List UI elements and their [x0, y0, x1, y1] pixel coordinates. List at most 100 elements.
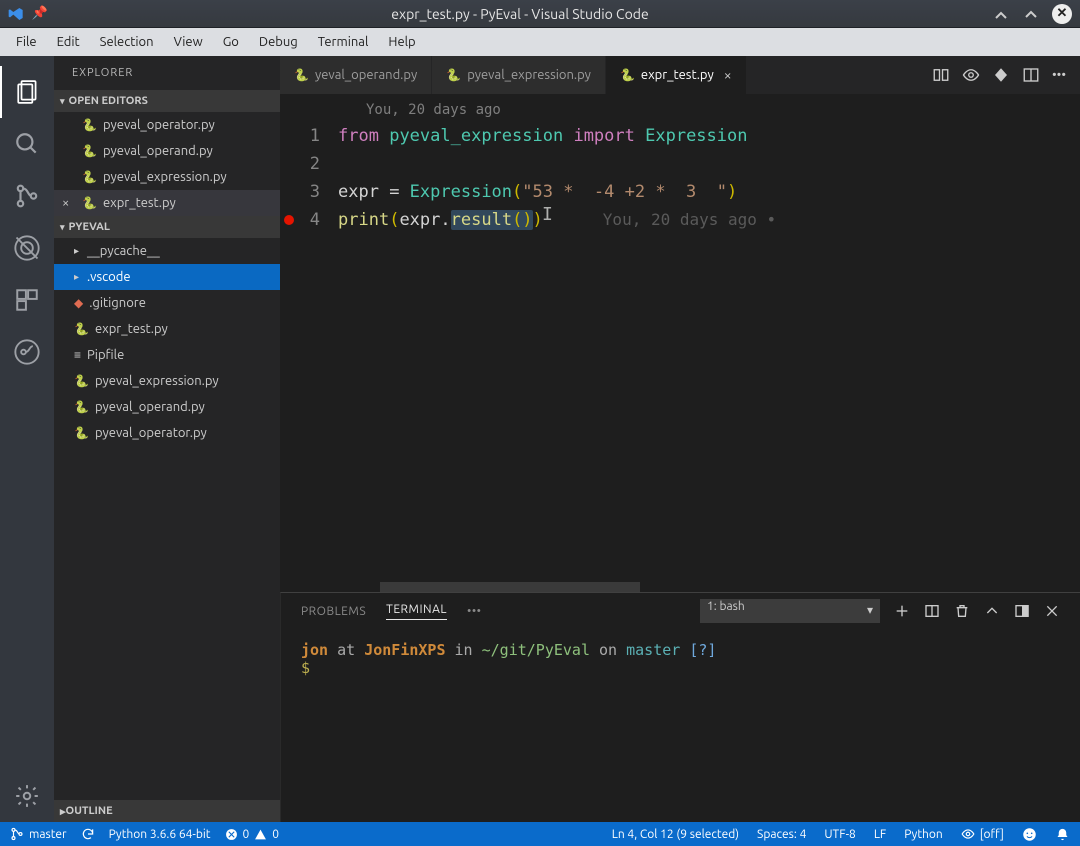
- close-icon[interactable]: ×: [724, 67, 732, 83]
- minimize-button[interactable]: [992, 5, 1010, 23]
- sidebar-explorer: EXPLORER ▾OPEN EDITORS 🐍pyeval_operator.…: [54, 56, 280, 822]
- python-icon: 🐍: [74, 374, 89, 388]
- blame-hint: You, 20 days ago •: [603, 210, 776, 229]
- more-icon[interactable]: •••: [1052, 68, 1066, 82]
- split-editor-icon[interactable]: [1022, 66, 1040, 84]
- tree-file[interactable]: 🐍pyeval_expression.py: [54, 368, 280, 394]
- tree-file[interactable]: 🐍expr_test.py: [54, 316, 280, 342]
- sidebar-title: EXPLORER: [54, 56, 280, 90]
- terminal-select[interactable]: 1: bash: [700, 599, 880, 623]
- menu-help[interactable]: Help: [380, 32, 423, 52]
- activity-scm[interactable]: [0, 170, 54, 222]
- split-terminal-icon[interactable]: [924, 603, 940, 619]
- tree-folder-selected[interactable]: ▸.vscode: [54, 264, 280, 290]
- python-icon: 🐍: [74, 322, 89, 336]
- close-button[interactable]: ✕: [1052, 4, 1072, 24]
- python-icon: 🐍: [82, 144, 97, 158]
- menu-file[interactable]: File: [8, 32, 45, 52]
- activity-explorer[interactable]: [0, 66, 54, 118]
- status-language[interactable]: Python: [904, 828, 943, 841]
- menu-edit[interactable]: Edit: [49, 32, 88, 52]
- panel-tab-terminal[interactable]: TERMINAL: [386, 603, 447, 620]
- status-branch[interactable]: master: [10, 827, 67, 841]
- python-icon: 🐍: [620, 68, 635, 82]
- status-cursor[interactable]: Ln 4, Col 12 (9 selected): [612, 828, 739, 841]
- panel-tab-more[interactable]: •••: [467, 605, 481, 618]
- status-problems[interactable]: 0 0: [225, 828, 280, 841]
- compare-icon[interactable]: [932, 66, 950, 84]
- status-sync[interactable]: [81, 827, 95, 841]
- python-icon: 🐍: [446, 68, 461, 82]
- titlebar: 📌 expr_test.py - PyEval - Visual Studio …: [0, 0, 1080, 28]
- editor-scrollbar[interactable]: [380, 582, 1080, 592]
- minimap[interactable]: [1020, 94, 1080, 592]
- code-editor[interactable]: You, 20 days ago 1 from pyeval_expressio…: [280, 94, 1080, 592]
- tree-file[interactable]: 🐍pyeval_operator.py: [54, 420, 280, 446]
- menu-view[interactable]: View: [166, 32, 211, 52]
- editor-tab[interactable]: 🐍yeval_operand.py: [280, 56, 432, 94]
- preview-icon[interactable]: [962, 66, 980, 84]
- kill-terminal-icon[interactable]: [954, 603, 970, 619]
- editor-tab-active[interactable]: 🐍expr_test.py×: [606, 56, 747, 94]
- tree-file[interactable]: ≡Pipfile: [54, 342, 280, 368]
- tree-file[interactable]: ◆.gitignore: [54, 290, 280, 316]
- python-icon: 🐍: [74, 400, 89, 414]
- activity-gitlens[interactable]: [0, 326, 54, 378]
- status-indent[interactable]: Spaces: 4: [757, 828, 806, 841]
- statusbar: master Python 3.6.6 64-bit 0 0 Ln 4, Col…: [0, 822, 1080, 846]
- activity-search[interactable]: [0, 118, 54, 170]
- pin-icon[interactable]: 📌: [32, 6, 48, 22]
- activity-debug[interactable]: [0, 222, 54, 274]
- panel-maximize-icon[interactable]: [984, 603, 1000, 619]
- line-number: 2: [298, 154, 338, 174]
- git-icon: ◆: [74, 296, 83, 310]
- panel-layout-icon[interactable]: [1014, 603, 1030, 619]
- chevron-right-icon: ▸: [74, 271, 79, 283]
- outline-header[interactable]: ▸OUTLINE: [54, 800, 280, 822]
- chevron-right-icon: ▸: [74, 245, 79, 257]
- workbench: EXPLORER ▾OPEN EDITORS 🐍pyeval_operator.…: [0, 56, 1080, 822]
- status-encoding[interactable]: UTF-8: [824, 828, 855, 841]
- editor-group: 🐍yeval_operand.py 🐍pyeval_expression.py …: [280, 56, 1080, 822]
- close-icon[interactable]: ×: [62, 196, 69, 210]
- editor-tabbar: 🐍yeval_operand.py 🐍pyeval_expression.py …: [280, 56, 1080, 94]
- vscode-window: 📌 expr_test.py - PyEval - Visual Studio …: [0, 0, 1080, 846]
- status-bell-icon[interactable]: [1055, 827, 1070, 842]
- activity-settings[interactable]: [0, 770, 54, 822]
- maximize-button[interactable]: [1022, 5, 1040, 23]
- line-number: 3: [298, 182, 338, 202]
- open-editors-header[interactable]: ▾OPEN EDITORS: [54, 90, 280, 112]
- terminal-output[interactable]: jon at JonFinXPS in ~/git/PyEval on mast…: [281, 629, 1080, 822]
- status-feedback-icon[interactable]: [1022, 827, 1037, 842]
- python-icon: 🐍: [82, 196, 97, 210]
- diamond-icon[interactable]: [992, 66, 1010, 84]
- tree-file[interactable]: 🐍pyeval_operand.py: [54, 394, 280, 420]
- status-eol[interactable]: LF: [874, 828, 886, 841]
- open-editor-item[interactable]: 🐍pyeval_expression.py: [54, 164, 280, 190]
- menu-debug[interactable]: Debug: [251, 32, 306, 52]
- editor-tab[interactable]: 🐍pyeval_expression.py: [432, 56, 606, 94]
- workspace-header[interactable]: ▾PYEVAL: [54, 216, 280, 238]
- text-icon: ≡: [74, 348, 81, 362]
- menu-go[interactable]: Go: [215, 32, 247, 52]
- panel-close-icon[interactable]: [1044, 603, 1060, 619]
- python-icon: 🐍: [82, 118, 97, 132]
- line-number: 4: [298, 210, 338, 230]
- status-liveshare[interactable]: [off]: [961, 827, 1004, 841]
- new-terminal-icon[interactable]: [894, 603, 910, 619]
- open-editor-item[interactable]: 🐍pyeval_operator.py: [54, 112, 280, 138]
- status-python[interactable]: Python 3.6.6 64-bit: [109, 828, 211, 841]
- menu-terminal[interactable]: Terminal: [310, 32, 377, 52]
- activitybar: [0, 56, 54, 822]
- activity-extensions[interactable]: [0, 274, 54, 326]
- breakpoint-icon[interactable]: [284, 215, 294, 225]
- panel-tab-problems[interactable]: PROBLEMS: [301, 605, 366, 618]
- open-editor-item[interactable]: 🐍pyeval_operand.py: [54, 138, 280, 164]
- panel-tabs: PROBLEMS TERMINAL ••• 1: bash: [281, 593, 1080, 629]
- codelens[interactable]: You, 20 days ago: [358, 96, 1020, 122]
- bottom-panel: PROBLEMS TERMINAL ••• 1: bash: [280, 592, 1080, 822]
- vscode-logo-icon: [8, 6, 24, 22]
- menu-selection[interactable]: Selection: [92, 32, 162, 52]
- open-editor-item-active[interactable]: ×🐍expr_test.py: [54, 190, 280, 216]
- tree-folder[interactable]: ▸__pycache__: [54, 238, 280, 264]
